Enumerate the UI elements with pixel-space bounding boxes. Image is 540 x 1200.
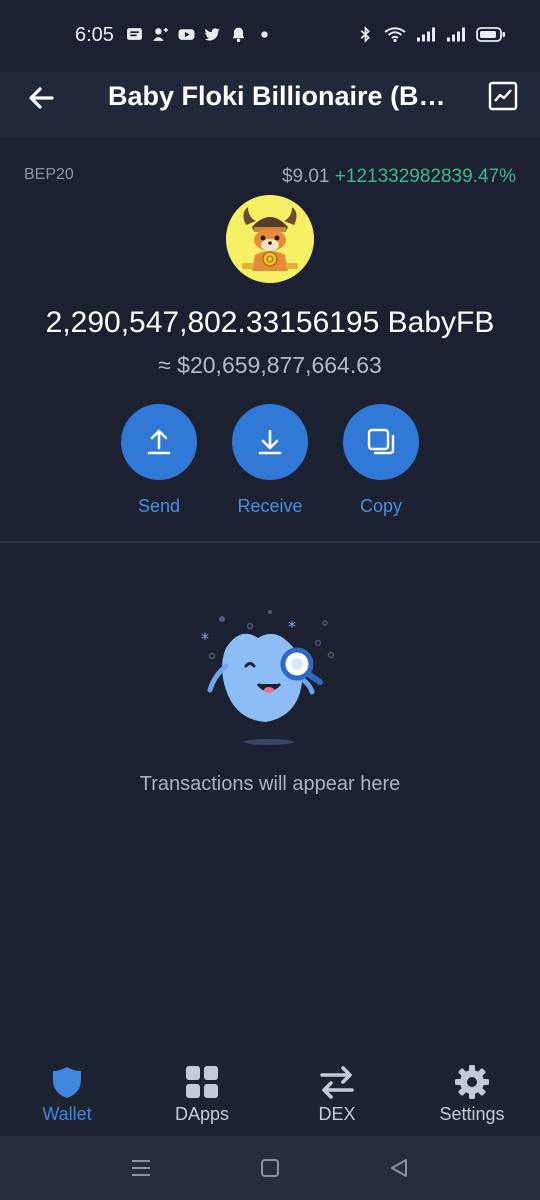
shield-icon xyxy=(53,1067,81,1098)
back-button[interactable] xyxy=(24,80,60,116)
dot-icon xyxy=(261,31,268,38)
youtube-icon xyxy=(178,29,195,40)
upload-arrow-icon xyxy=(147,429,171,455)
status-time: 6:05 xyxy=(75,24,114,46)
signal-icon xyxy=(447,27,465,42)
nav-item-dapps[interactable]: DApps xyxy=(142,1064,262,1125)
menu-icon[interactable] xyxy=(129,1156,153,1180)
status-right-icons xyxy=(357,26,506,43)
app-header: Baby Floki Billionaire (B… xyxy=(0,72,540,138)
send-label: Send xyxy=(137,496,181,516)
svg-text:*: * xyxy=(288,617,296,636)
back-triangle-icon[interactable] xyxy=(387,1156,411,1180)
send-button-circle[interactable] xyxy=(121,404,197,480)
receive-button[interactable]: Receive xyxy=(225,404,315,517)
copy-button[interactable]: Copy xyxy=(336,404,426,517)
message-icon xyxy=(127,28,142,40)
nav-label-wallet: Wallet xyxy=(42,1104,92,1124)
send-button[interactable]: Send xyxy=(114,404,204,517)
empty-state-message: Transactions will appear here xyxy=(139,773,401,795)
receive-button-circle[interactable] xyxy=(232,404,308,480)
token-balance: 2,290,547,802.33156195 BabyFB xyxy=(45,306,495,339)
fiat-value: ≈ $20,659,877,664.63 xyxy=(158,352,382,378)
nav-item-wallet[interactable]: Wallet xyxy=(7,1064,127,1125)
nav-label-dex: DEX xyxy=(318,1104,356,1124)
copy-icon xyxy=(367,428,395,455)
divider xyxy=(0,541,540,543)
battery-icon xyxy=(476,27,505,42)
nav-label-settings: Settings xyxy=(439,1104,505,1124)
network-label: BEP20 xyxy=(24,166,74,183)
copy-button-circle[interactable] xyxy=(343,404,419,480)
status-bar: 6:05 xyxy=(0,0,540,72)
token-logo xyxy=(226,195,314,283)
signal-icon xyxy=(417,27,435,42)
download-arrow-icon xyxy=(258,429,282,455)
token-price: $9.01 xyxy=(281,166,330,187)
swap-arrows-icon xyxy=(320,1066,354,1099)
price-line: $9.01 +121332982839.47% xyxy=(282,166,516,188)
receive-label: Receive xyxy=(237,496,303,516)
copy-label: Copy xyxy=(359,496,403,516)
grid-icon xyxy=(186,1066,218,1098)
wifi-icon xyxy=(384,27,406,43)
bottom-nav: Wallet DApps DEX Settings xyxy=(0,1050,540,1136)
status-left-icons xyxy=(126,26,273,43)
nav-item-settings[interactable]: Settings xyxy=(412,1064,532,1125)
price-change: +121332982839.47% xyxy=(334,166,516,187)
nav-label-dapps: DApps xyxy=(174,1104,230,1124)
floki-logo-image xyxy=(226,195,314,283)
page-title: Baby Floki Billionaire (B… xyxy=(108,81,446,111)
chart-line-icon[interactable] xyxy=(488,81,518,111)
gear-icon xyxy=(455,1065,489,1099)
nav-item-dex[interactable]: DEX xyxy=(277,1064,397,1125)
add-contact-icon xyxy=(153,27,168,41)
system-nav-bar xyxy=(0,1136,540,1200)
svg-text:*: * xyxy=(201,629,209,648)
empty-state-illustration: * * xyxy=(201,610,335,745)
twitter-icon xyxy=(204,28,220,41)
bell-icon xyxy=(232,27,245,43)
home-square-icon[interactable] xyxy=(258,1156,282,1180)
bluetooth-icon xyxy=(360,26,370,43)
